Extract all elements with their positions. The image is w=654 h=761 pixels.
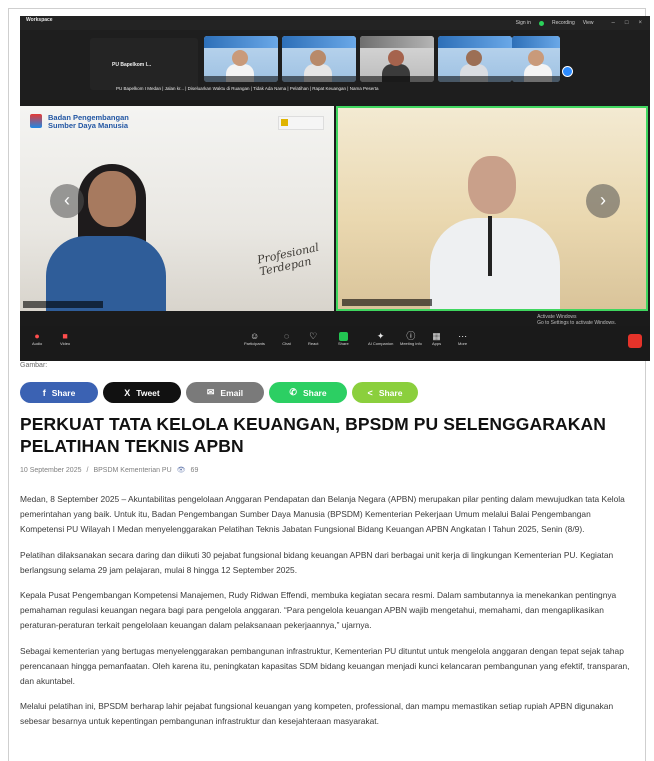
camera-off-icon: ■ xyxy=(62,331,68,341)
participant-name-badge xyxy=(23,301,103,308)
participant-tile[interactable] xyxy=(282,36,356,82)
chat-button[interactable]: ◌ Chat xyxy=(282,331,291,347)
sparkle-icon: ✦ xyxy=(376,331,385,341)
share-screen-button[interactable]: Share xyxy=(338,332,349,346)
more-button[interactable]: ⋯ More xyxy=(458,331,468,347)
generic-share-button[interactable]: < Share xyxy=(352,382,418,403)
participant-tile[interactable] xyxy=(512,36,560,82)
info-icon: ⓘ xyxy=(406,331,416,341)
sign-in-link[interactable]: Sign in xyxy=(516,20,531,26)
heart-icon: ♡ xyxy=(309,331,318,341)
share-button-label: Share xyxy=(302,387,327,398)
speaker-body xyxy=(430,218,560,309)
apps-icon: ▦ xyxy=(432,331,441,341)
chat-icon: ◌ xyxy=(283,331,290,341)
view-menu[interactable]: View xyxy=(583,20,594,26)
minimize-icon[interactable]: – xyxy=(612,20,615,26)
video-button[interactable]: ■ Video xyxy=(60,331,70,347)
x-icon: X xyxy=(124,387,131,398)
article-views: 69 xyxy=(190,466,199,474)
share-icon: < xyxy=(367,387,373,398)
speaker-face xyxy=(468,156,516,214)
signature-text: Profesional Terdepan xyxy=(256,241,322,279)
share-button-label: Share xyxy=(378,387,403,398)
more-participants-icon[interactable] xyxy=(562,66,573,77)
microphone xyxy=(488,216,492,276)
prev-arrow-icon[interactable]: ‹ xyxy=(50,184,84,218)
article-paragraph: Kepala Pusat Pengembangan Kompetensi Man… xyxy=(20,590,617,631)
facebook-icon: f xyxy=(42,387,46,398)
meeting-top-controls: Sign in Recording View – □ × xyxy=(516,20,642,26)
apps-button[interactable]: ▦ Apps xyxy=(432,331,441,347)
share-button-label: Email xyxy=(220,387,244,398)
facebook-share-button[interactable]: f Share xyxy=(20,382,98,403)
featured-speaker-name: PU Bapelkom I... xyxy=(112,62,152,68)
share-screen-icon xyxy=(338,332,348,341)
recording-label[interactable]: Recording xyxy=(552,20,575,26)
email-icon: ✉ xyxy=(206,387,215,397)
pane-logo-text: Badan Pengembangan Sumber Daya Manusia xyxy=(34,114,129,130)
speaker-face xyxy=(88,171,136,227)
share-buttons: f Share X Tweet ✉ Email ✆ Share < Share xyxy=(20,382,418,403)
article-body: Medan, 8 September 2025 – Akuntabilitas … xyxy=(20,492,634,740)
activate-windows-watermark: Activate Windows Go to Settings to activ… xyxy=(537,314,616,326)
maximize-icon[interactable]: □ xyxy=(625,20,629,26)
article-paragraph: Melalui pelatihan ini, BPSDM berharap la… xyxy=(20,701,614,727)
audio-button[interactable]: ● Audio xyxy=(32,331,42,347)
article-meta: 10 September 2025 / BPSDM Kementerian PU… xyxy=(20,466,199,475)
people-icon: ☺ xyxy=(249,331,260,341)
react-button[interactable]: ♡ React xyxy=(308,331,318,347)
mic-off-icon: ● xyxy=(34,331,40,341)
meeting-toolbar: ● Audio ■ Video ☺ Participants ◌ Chat ♡ React… xyxy=(20,326,650,361)
meeting-titlebar: Workspace Sign in Recording View – □ × xyxy=(20,16,650,30)
window-controls: – □ × xyxy=(612,20,642,26)
video-stage: Badan Pengembangan Sumber Daya Manusia P… xyxy=(20,100,650,326)
speaker-body xyxy=(46,236,166,311)
participant-tile[interactable] xyxy=(438,36,512,82)
logo-line-2: Sumber Daya Manusia xyxy=(48,121,129,130)
twitter-tweet-button[interactable]: X Tweet xyxy=(103,382,181,403)
participant-names: PU Bapelkom I Medan | Jalan kr... | Dise… xyxy=(116,86,379,91)
next-arrow-icon[interactable]: › xyxy=(586,184,620,218)
email-share-button[interactable]: ✉ Email xyxy=(186,382,264,403)
article-paragraph: Pelatihan dilaksanakan secara daring dan… xyxy=(20,549,614,575)
meta-separator: / xyxy=(86,466,89,474)
participant-strip: PU Bapelkom I... PU Bapelkom I Medan | J… xyxy=(20,30,650,100)
image-caption: Gambar: xyxy=(20,362,48,369)
article-paragraph: Medan, 8 September 2025 – Akuntabilitas … xyxy=(20,494,625,535)
app-title: Workspace xyxy=(26,17,53,23)
participants-button[interactable]: ☺ Participants xyxy=(244,331,265,347)
whatsapp-share-button[interactable]: ✆ Share xyxy=(269,382,347,403)
article-author[interactable]: BPSDM Kementerian PU xyxy=(93,467,171,474)
participant-tile[interactable] xyxy=(204,36,278,82)
leave-button[interactable] xyxy=(628,334,642,348)
participant-name-badge xyxy=(342,299,432,306)
article-date: 10 September 2025 xyxy=(20,466,82,474)
featured-speaker-tile[interactable]: PU Bapelkom I... xyxy=(90,38,198,90)
whatsapp-icon: ✆ xyxy=(289,387,297,397)
share-button-label: Tweet xyxy=(136,387,160,398)
share-button-label: Share xyxy=(51,387,76,398)
close-icon[interactable]: × xyxy=(638,20,642,26)
participant-tile[interactable] xyxy=(360,36,434,82)
more-icon: ⋯ xyxy=(458,331,468,341)
article-paragraph: Sebagai kementerian yang bertugas menyel… xyxy=(20,645,630,687)
views-icon: 👁 xyxy=(176,467,186,474)
article-image: Workspace Sign in Recording View – □ × P… xyxy=(20,16,650,361)
ai-companion-button[interactable]: ✦ AI Companion xyxy=(368,331,393,347)
recording-dot-icon xyxy=(538,20,544,26)
ministry-logo-icon xyxy=(278,116,324,130)
meeting-info-button[interactable]: ⓘ Meeting info xyxy=(400,331,422,347)
article-title: PERKUAT TATA KELOLA KEUANGAN, BPSDM PU S… xyxy=(20,414,606,456)
